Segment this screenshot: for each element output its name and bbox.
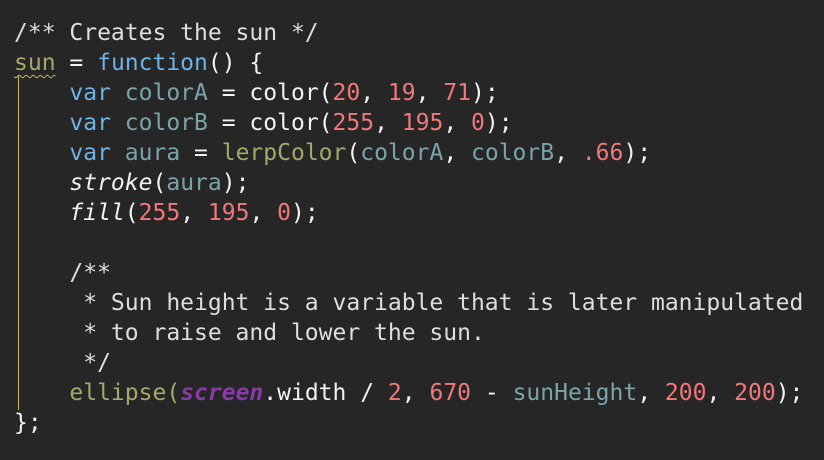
punctuation: );: [484, 110, 513, 136]
number: 20: [332, 80, 361, 106]
code-line-2: sun = function() {: [14, 48, 263, 78]
closing-brace: };: [14, 410, 42, 436]
punctuation: );: [623, 140, 652, 166]
punctuation: );: [471, 80, 499, 106]
keyword: var: [69, 80, 111, 106]
punctuation: (: [124, 200, 139, 226]
code-line-13: ellipse(screen.width / 2, 670 - sunHeigh…: [14, 378, 803, 408]
function-name: lerpColor: [221, 140, 347, 166]
number: 2: [387, 380, 402, 406]
punctuation: (: [166, 380, 181, 406]
punctuation: (: [346, 140, 361, 166]
comma: ,: [249, 200, 278, 226]
number: 19: [387, 80, 416, 106]
keyword: function: [97, 50, 208, 76]
code-line-1: /** Creates the sun */: [14, 18, 319, 48]
comment: */: [14, 350, 111, 376]
comment: /**: [14, 260, 111, 286]
punctuation: () {: [207, 50, 264, 76]
doc-comment: /** Creates the sun */: [14, 20, 319, 46]
punctuation: );: [221, 170, 250, 196]
code-line-5: var aura = lerpColor(colorA, colorB, .66…: [14, 138, 651, 168]
comma: ,: [360, 80, 388, 106]
identifier: aura: [166, 170, 222, 196]
identifier: sunHeight: [512, 380, 638, 406]
comment: * Sun height is a variable that is later…: [14, 290, 804, 316]
comma: ,: [554, 140, 582, 166]
operator: =: [55, 50, 98, 76]
code-line-12: */: [14, 348, 111, 378]
operator: = color(: [207, 80, 333, 106]
operator: = color(: [207, 110, 333, 136]
operator: =: [180, 140, 222, 166]
function-name: fill: [69, 200, 125, 226]
comma: ,: [401, 380, 430, 406]
identifier: aura: [124, 140, 181, 166]
function-name: stroke: [69, 170, 153, 196]
function-name: ellipse: [69, 380, 167, 406]
operator: .width /: [263, 380, 388, 406]
number: 0: [277, 200, 291, 226]
identifier: colorB: [471, 140, 555, 166]
punctuation: );: [775, 380, 804, 406]
comma: ,: [374, 110, 402, 136]
code-editor[interactable]: /** Creates the sun */ sun = function() …: [0, 0, 824, 460]
comma: ,: [415, 80, 444, 106]
number: 71: [443, 80, 472, 106]
comma: ,: [443, 110, 472, 136]
punctuation: );: [291, 200, 319, 226]
code-line-9: /**: [14, 258, 111, 288]
warning-identifier[interactable]: sun: [14, 50, 56, 76]
number: .66: [581, 140, 624, 166]
keyword: var: [69, 140, 111, 166]
comma: ,: [706, 380, 735, 406]
identifier: screen: [180, 380, 264, 406]
number: 195: [207, 200, 250, 226]
comma: ,: [180, 200, 208, 226]
code-line-10: * Sun height is a variable that is later…: [14, 288, 803, 318]
number: 255: [138, 200, 181, 226]
code-line-7: fill(255, 195, 0);: [14, 198, 319, 228]
number: 200: [734, 380, 776, 406]
punctuation: (: [152, 170, 167, 196]
number: 0: [471, 110, 485, 136]
identifier: colorB: [124, 110, 208, 136]
number: 200: [664, 380, 707, 406]
code-line-4: var colorB = color(255, 195, 0);: [14, 108, 513, 138]
code-line-11: * to raise and lower the sun.: [14, 318, 485, 348]
code-line-14: };: [14, 408, 42, 438]
identifier: colorA: [360, 140, 444, 166]
number: 255: [332, 110, 375, 136]
identifier: colorA: [124, 80, 208, 106]
number: 670: [429, 380, 472, 406]
comma: ,: [443, 140, 472, 166]
code-line-3: var colorA = color(20, 19, 71);: [14, 78, 499, 108]
comment: * to raise and lower the sun.: [14, 320, 485, 346]
keyword: var: [69, 110, 111, 136]
number: 195: [401, 110, 444, 136]
code-line-6: stroke(aura);: [14, 168, 249, 198]
comma: ,: [637, 380, 665, 406]
operator: -: [471, 380, 513, 406]
